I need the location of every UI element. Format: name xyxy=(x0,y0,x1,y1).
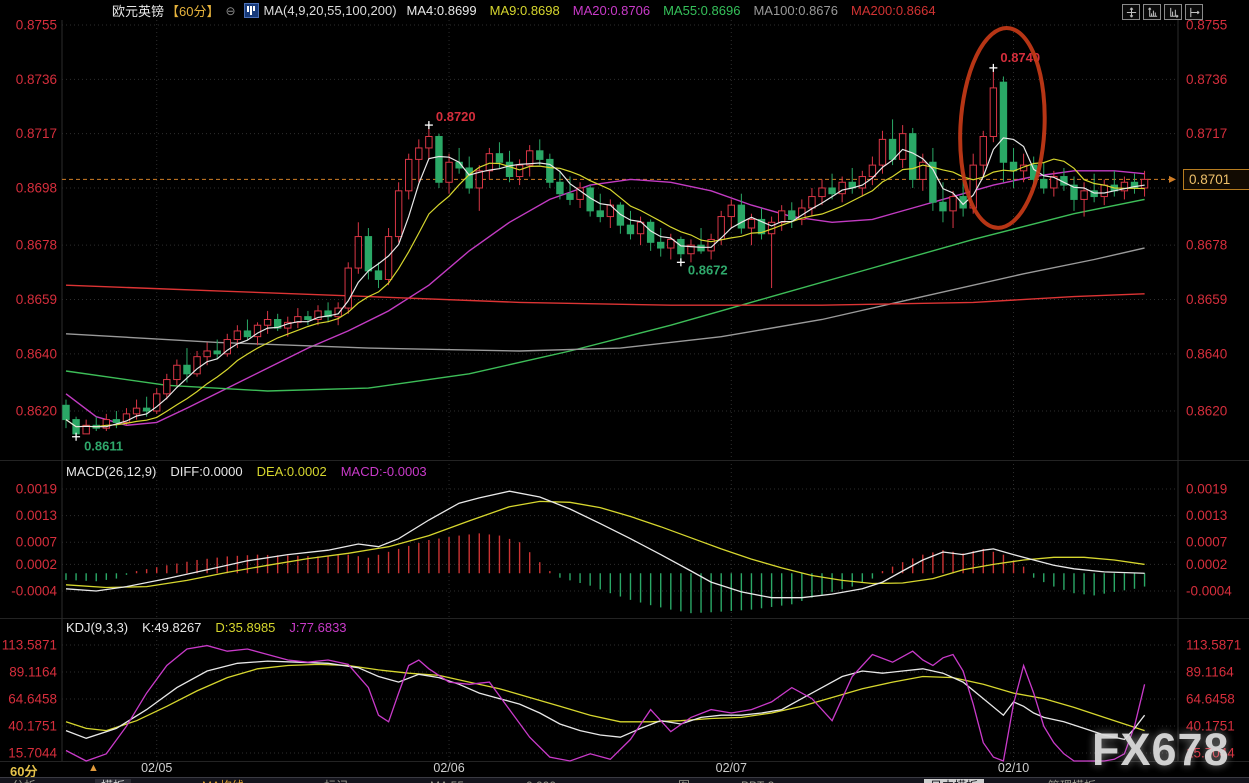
price-tick-label: 0.8659 xyxy=(1186,292,1227,307)
price-tick-label: 0.8698 xyxy=(16,180,57,195)
macd-header: MACD(26,12,9) DIFF:0.0000 DEA:0.0002 MACD:-… xyxy=(66,464,455,479)
price-tick-label: 0.8678 xyxy=(16,238,57,253)
pan-tool-icon[interactable] xyxy=(1185,4,1203,20)
macd-legend: DIFF:0.0000 DEA:0.0002 MACD:-0.0003 xyxy=(170,464,440,479)
price-tick-label: 0.8620 xyxy=(1186,404,1227,419)
macd-settings-label[interactable]: MACD(26,12,9) xyxy=(66,464,156,479)
ma-legend: MA4:0.8699 MA9:0.8698 MA20:0.8706 MA55:0.86… xyxy=(407,3,949,18)
kdj-legend: K:49.8267 D:35.8985 J:77.6833 xyxy=(142,620,360,635)
ma-line-ma4 xyxy=(66,138,1145,427)
date-tick-label: 02/07 xyxy=(716,761,747,775)
macd-legend-item: MACD:-0.0003 xyxy=(341,464,427,479)
kdj-legend-item: J:77.6833 xyxy=(289,620,346,635)
price-tick-label: 64.6458 xyxy=(8,692,57,707)
price-tick-label: 0.8736 xyxy=(1186,72,1227,87)
macd-layer xyxy=(66,491,1145,613)
bottom-toolbar: 分析 模板 MA均线 标记 MA 55 0.000 图 BBT-2 日内模板 管理模板 xyxy=(0,777,1249,783)
collapse-icon[interactable]: ⊖ xyxy=(225,4,235,18)
macd-legend-item: DIFF:0.0000 xyxy=(170,464,242,479)
price-annotation: 0.8672 xyxy=(688,262,728,277)
ma-legend-item: MA100:0.8676 xyxy=(753,3,838,18)
ma-settings-label[interactable]: MA(4,9,20,55,100,200) xyxy=(264,3,397,18)
price-tick-label: 0.8640 xyxy=(1186,346,1227,361)
current-price-arrow-icon xyxy=(1169,176,1176,183)
ma-legend-item: MA20:0.8706 xyxy=(573,3,650,18)
price-tick-label: 15.7044 xyxy=(8,746,57,761)
kdj-legend-item: K:49.8267 xyxy=(142,620,201,635)
ma-line-ma200 xyxy=(66,285,1145,305)
price-tick-label: 0.0013 xyxy=(16,508,57,523)
symbol-title: 欧元英镑 xyxy=(112,1,164,20)
price-tick-label: 0.8717 xyxy=(1186,126,1227,141)
x-axis-tool-icon[interactable] xyxy=(1164,4,1182,20)
price-tick-label: 0.8640 xyxy=(16,346,57,361)
bottom-toolbar-item[interactable]: 日内模板 xyxy=(924,779,984,783)
bottom-toolbar-item[interactable]: 分析 xyxy=(6,779,42,783)
price-tick-label: 40.1751 xyxy=(8,719,57,734)
price-tick-label: 0.0019 xyxy=(1186,482,1227,497)
ma-legend-item: MA55:0.8696 xyxy=(663,3,740,18)
price-tick-label: 0.0019 xyxy=(16,482,57,497)
date-tick-label: 02/10 xyxy=(998,761,1029,775)
price-tick-label: 0.8659 xyxy=(16,292,57,307)
kdj-layer xyxy=(66,646,1145,761)
trading-chart-app: 0.87550.87550.87360.87360.87170.87170.86… xyxy=(0,0,1249,783)
k-line xyxy=(66,661,1145,739)
price-tick-label: 89.1164 xyxy=(1186,665,1234,680)
ma-line-ma20 xyxy=(66,171,1145,425)
bottom-toolbar-item[interactable]: 管理模板 xyxy=(1042,779,1102,783)
price-tick-label: 64.6458 xyxy=(1186,692,1235,707)
diff-line xyxy=(66,491,1145,598)
bottom-toolbar-item[interactable]: BBT-2 xyxy=(735,779,780,783)
price-tick-label: 0.0007 xyxy=(16,535,57,550)
dea-line xyxy=(66,501,1145,587)
price-tick-label: 0.8678 xyxy=(1186,238,1227,253)
bottom-toolbar-item[interactable]: MA 55 xyxy=(424,779,470,783)
price-tick-label: 113.5871 xyxy=(1186,638,1241,653)
kdj-header: KDJ(9,3,3) K:49.8267 D:35.8985 J:77.6833 xyxy=(66,620,375,635)
kdj-legend-item: D:35.8985 xyxy=(215,620,275,635)
ma-legend-item: MA9:0.8698 xyxy=(490,3,560,18)
price-tick-label: 0.0002 xyxy=(1186,557,1227,572)
price-annotation: 0.8611 xyxy=(84,439,123,454)
bottom-toolbar-item[interactable]: 0.000 xyxy=(520,779,562,783)
grid-layer xyxy=(0,20,1249,762)
ma-line-ma55 xyxy=(66,199,1145,391)
current-price-box: 0.8701 xyxy=(1183,169,1249,190)
ma-overlays-layer xyxy=(66,171,1145,425)
date-tick-label: 02/06 xyxy=(433,761,464,775)
price-tick-label: 89.1164 xyxy=(9,665,57,680)
timeframe-up-arrow-icon[interactable]: ▲ xyxy=(88,762,99,774)
price-tick-label: 0.0002 xyxy=(16,557,57,572)
ma-legend-item: MA200:0.8664 xyxy=(851,3,936,18)
crosshair-icon[interactable] xyxy=(1122,4,1140,20)
chart-canvas[interactable]: 0.87550.87550.87360.87360.87170.87170.86… xyxy=(0,0,1249,783)
price-tick-label: -0.0004 xyxy=(1186,584,1232,599)
price-tick-label: 0.0007 xyxy=(1186,535,1227,550)
y-axis-tool-icon[interactable] xyxy=(1143,4,1161,20)
price-tick-label: 0.8736 xyxy=(16,72,57,87)
time-axis: 60分 ▲ 02/0502/0602/0702/10 xyxy=(0,761,1249,777)
price-tick-label: -0.0004 xyxy=(11,584,57,599)
bottom-toolbar-item[interactable]: 图 xyxy=(672,779,696,783)
price-tick-label: 113.5871 xyxy=(2,638,57,653)
date-tick-label: 02/05 xyxy=(141,761,172,775)
j-line xyxy=(66,646,1145,761)
price-tick-label: 0.8620 xyxy=(16,404,57,419)
chart-header: 欧元英镑 【60分】 ⊖ MA(4,9,20,55,100,200) MA4:0… xyxy=(0,0,1249,21)
bottom-toolbar-item[interactable]: MA均线 xyxy=(196,779,250,783)
kline-style-icon[interactable] xyxy=(244,3,259,18)
price-annotation: 0.8720 xyxy=(436,109,476,124)
bottom-toolbar-item[interactable]: 模板 xyxy=(95,779,131,783)
ma-legend-item: MA4:0.8699 xyxy=(407,3,477,18)
ma-line-ma9 xyxy=(66,159,1145,427)
kdj-settings-label[interactable]: KDJ(9,3,3) xyxy=(66,620,128,635)
chart-toolbar xyxy=(1122,4,1203,20)
price-tick-label: 0.0013 xyxy=(1186,508,1227,523)
macd-legend-item: DEA:0.0002 xyxy=(257,464,327,479)
timeframe-label: 【60分】 xyxy=(166,1,219,20)
candles-layer[interactable] xyxy=(63,68,1148,437)
price-tick-label: 0.8717 xyxy=(16,126,57,141)
bottom-toolbar-item[interactable]: 标记 xyxy=(318,779,354,783)
